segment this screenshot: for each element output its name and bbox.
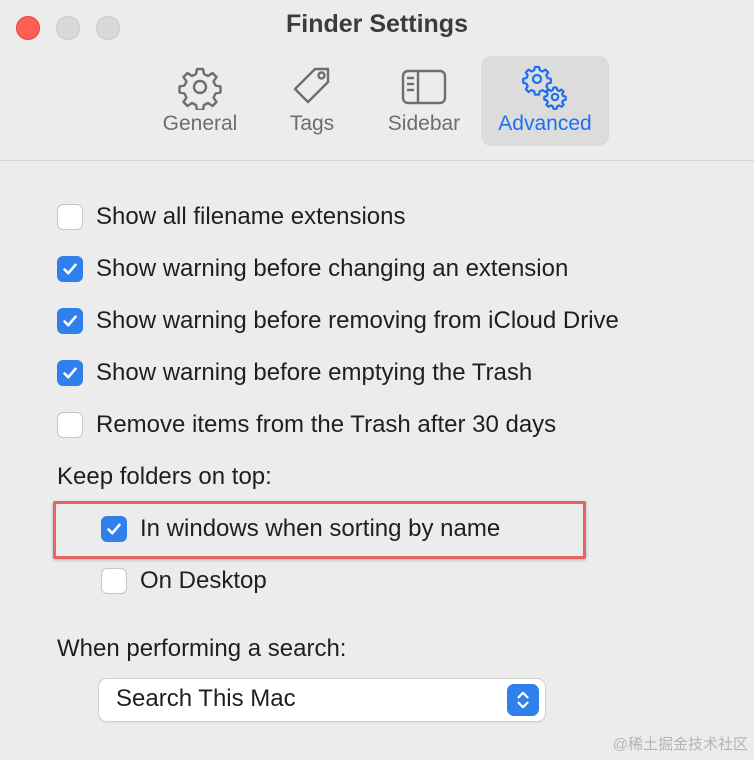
option-remove-trash-30-days[interactable]: Remove items from the Trash after 30 day… (57, 405, 556, 445)
option-label: Show all filename extensions (96, 203, 406, 230)
title-bar: Finder Settings General Tags Sidebar Adv… (0, 0, 754, 161)
checkbox[interactable] (57, 204, 83, 230)
tab-advanced[interactable]: Advanced (481, 56, 609, 146)
tab-label: Advanced (498, 112, 592, 135)
sidebar-icon (401, 69, 447, 105)
option-folders-top-desktop[interactable]: On Desktop (101, 561, 267, 601)
finder-settings-window: Finder Settings General Tags Sidebar Adv… (0, 0, 754, 760)
checkbox[interactable] (101, 568, 127, 594)
option-label: Show warning before removing from iCloud… (96, 307, 619, 334)
checkbox[interactable] (57, 412, 83, 438)
advanced-settings-pane: Show all filename extensions Show warnin… (0, 161, 754, 760)
search-scope-select[interactable]: Search This Mac (99, 679, 545, 721)
checkbox[interactable] (101, 516, 127, 542)
tab-sidebar[interactable]: Sidebar (378, 56, 470, 146)
checkmark-icon (63, 315, 77, 327)
search-scope-heading: When performing a search: (57, 635, 347, 662)
tab-tags[interactable]: Tags (272, 56, 352, 146)
checkbox[interactable] (57, 256, 83, 282)
tab-general[interactable]: General (154, 56, 246, 146)
option-label: In windows when sorting by name (140, 515, 501, 542)
watermark: @稀土掘金技术社区 (612, 736, 748, 753)
option-warn-extension-change[interactable]: Show warning before changing an extensio… (57, 249, 568, 289)
option-warn-empty-trash[interactable]: Show warning before emptying the Trash (57, 353, 532, 393)
option-label: Show warning before changing an extensio… (96, 255, 569, 282)
option-label: Show warning before emptying the Trash (96, 359, 533, 386)
tab-label: Sidebar (387, 112, 461, 135)
checkmark-icon (63, 263, 77, 275)
tag-icon (293, 67, 330, 104)
tab-label: General (162, 112, 238, 135)
option-label: On Desktop (140, 567, 267, 594)
checkbox[interactable] (57, 308, 83, 334)
gear-icon (178, 67, 222, 110)
keep-folders-heading: Keep folders on top: (57, 463, 272, 490)
select-stepper[interactable] (507, 684, 539, 716)
window-title: Finder Settings (286, 10, 468, 38)
gears-icon (522, 65, 567, 110)
up-down-chevron-icon (517, 691, 529, 709)
option-show-extensions[interactable]: Show all filename extensions (57, 197, 406, 237)
checkmark-icon (63, 367, 77, 379)
option-label: Remove items from the Trash after 30 day… (96, 411, 557, 438)
search-scope-value: Search This Mac (116, 685, 296, 712)
checkmark-icon (107, 523, 121, 535)
option-folders-top-windows[interactable]: In windows when sorting by name (101, 509, 500, 549)
checkbox[interactable] (57, 360, 83, 386)
option-warn-icloud-remove[interactable]: Show warning before removing from iCloud… (57, 301, 619, 341)
tab-label: Tags (289, 112, 335, 135)
